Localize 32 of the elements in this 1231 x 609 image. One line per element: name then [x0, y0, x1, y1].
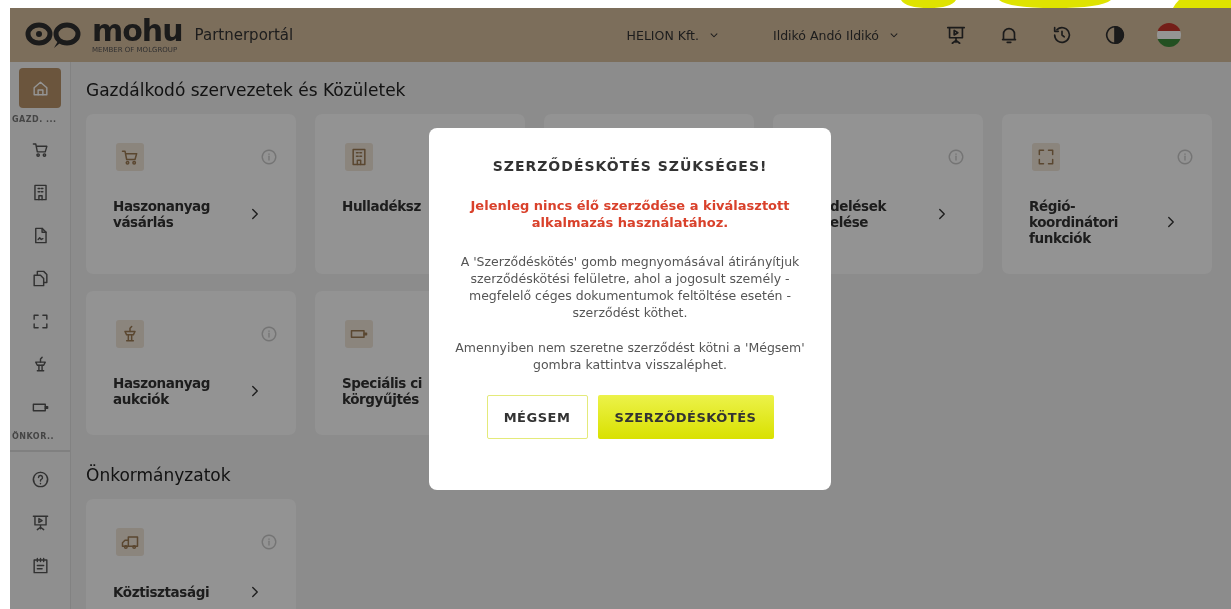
help-icon: [30, 469, 50, 489]
sidebar-section-label: ÖNKOR..: [12, 432, 55, 441]
user-dropdown[interactable]: Ildikó Andó Ildikó: [768, 23, 905, 47]
portal-title: Partnerportál: [194, 26, 294, 44]
calendar-icon: [30, 555, 50, 575]
presentation-icon: [30, 512, 50, 532]
section-title: Önkormányzatok: [86, 465, 232, 485]
card-title: Haszonanyag aukciók: [113, 375, 211, 407]
card-title: Hulladéksz: [342, 198, 421, 214]
app-card[interactable]: Haszonanyag vásárlás: [86, 114, 296, 274]
card-title: Köztisztasági: [113, 584, 210, 600]
app-card[interactable]: Köztisztasági: [86, 499, 296, 609]
flag-icon[interactable]: [1157, 23, 1181, 47]
history-icon[interactable]: [1051, 24, 1073, 46]
app-card[interactable]: Régió- koordinátori funkciók: [1002, 114, 1212, 274]
logo-wordmark: mohu: [92, 16, 183, 46]
cancel-button[interactable]: MÉGSEM: [486, 395, 588, 439]
card-title: Haszonanyag vásárlás: [113, 198, 211, 230]
presentation-icon[interactable]: [945, 24, 967, 46]
app-card[interactable]: Haszonanyag aukciók: [86, 291, 296, 435]
contrast-icon[interactable]: [1104, 24, 1126, 46]
section-title: Gazdálkodó szervezetek és Közületek: [86, 80, 407, 100]
card-title: Régió- koordinátori funkciók: [1029, 198, 1119, 246]
company-dropdown[interactable]: HELION Kft.: [622, 23, 725, 47]
home-icon: [30, 78, 50, 98]
frame-icon: [30, 311, 50, 331]
confirm-button[interactable]: SZERZŐDÉSKÖTÉS: [597, 395, 774, 439]
card-title: delések elése: [830, 198, 886, 230]
card-title: Speciális ci körgyűjtés: [342, 375, 423, 407]
sidebar-item[interactable]: [19, 68, 61, 108]
sidebar-section-label: GAZD. ...: [12, 115, 57, 124]
copy-icon: [30, 268, 50, 288]
